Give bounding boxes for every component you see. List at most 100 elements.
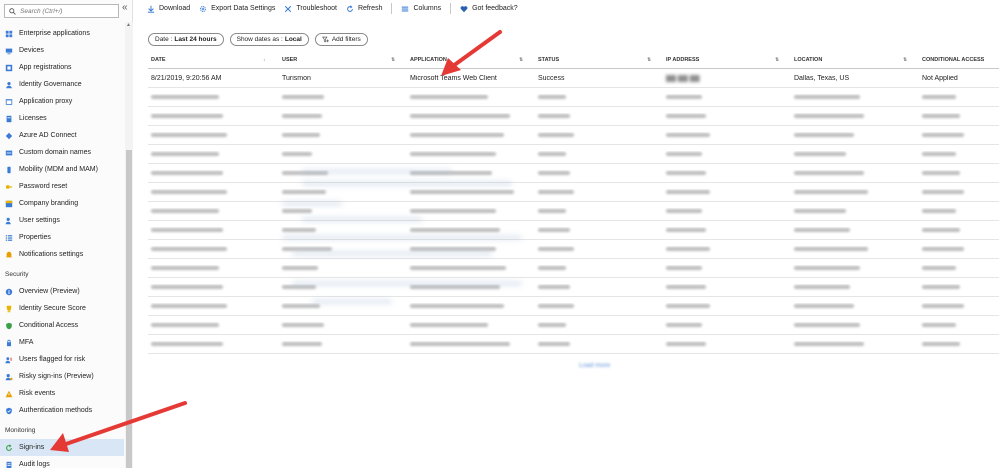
redacted-text [794, 208, 846, 213]
column-header-conditional-access[interactable]: CONDITIONAL ACCESS [919, 57, 999, 63]
table-row[interactable] [148, 316, 999, 335]
cell-conditional-access [919, 322, 999, 329]
sidebar-item-authentication-methods[interactable]: Authentication methods [0, 402, 124, 419]
redacted-text [151, 246, 227, 251]
redacted-text [151, 284, 223, 289]
add-filters-label: Add filters [331, 36, 361, 43]
table-row[interactable] [148, 259, 999, 278]
cell-status [535, 284, 663, 291]
column-header-application[interactable]: APPLICATION ⇅ [407, 57, 535, 63]
sidebar-item-azure-ad-connect[interactable]: Azure AD Connect [0, 127, 124, 144]
sidebar-item-mfa[interactable]: MFA [0, 334, 124, 351]
sidebar-item-application-proxy[interactable]: Application proxy [0, 93, 124, 110]
add-filters-button[interactable]: Add filters [314, 33, 368, 46]
troubleshoot-button[interactable]: Troubleshoot [284, 5, 337, 13]
redacted-text [151, 151, 219, 156]
sidebar-item-label: Conditional Access [19, 322, 79, 329]
redacted-text [538, 265, 566, 270]
column-header-ip-address[interactable]: IP ADDRESS ⇅ [663, 57, 791, 63]
sidebar-item-audit-logs[interactable]: Audit logs [0, 456, 124, 468]
load-more-link[interactable]: Load more [579, 362, 610, 369]
cell-conditional-access [919, 170, 999, 177]
sidebar-item-identity-governance[interactable]: Identity Governance [0, 76, 124, 93]
cell-user [279, 322, 407, 329]
table-row[interactable] [148, 164, 999, 183]
export-data-settings-button[interactable]: Export Data Settings [199, 5, 275, 13]
sidebar-item-devices[interactable]: Devices [0, 42, 124, 59]
sort-icon[interactable]: ⇅ [647, 57, 651, 63]
devices-icon [5, 47, 13, 55]
download-button[interactable]: Download [147, 5, 190, 13]
sidebar-item-users-flagged-for-risk[interactable]: Users flagged for risk [0, 351, 124, 368]
cell-ip-address [663, 151, 791, 158]
redacted-text [282, 322, 324, 327]
sidebar-scrollbar[interactable]: ▲ [125, 22, 133, 468]
sidebar-item-company-branding[interactable]: Company branding [0, 195, 124, 212]
redacted-text [666, 246, 710, 251]
column-header-user[interactable]: USER ⇅ [279, 57, 407, 63]
sidebar-item-overview-preview[interactable]: Overview (Preview) [0, 283, 124, 300]
sidebar-item-properties[interactable]: Properties [0, 229, 124, 246]
cell-conditional-access: Not Applied [922, 74, 958, 82]
sidebar-item-label: Risk events [19, 390, 56, 397]
column-header-status[interactable]: STATUS ⇅ [535, 57, 663, 63]
collapse-sidebar-button[interactable]: « [122, 2, 128, 13]
table-row[interactable] [148, 221, 999, 240]
risky-signins-icon [5, 373, 13, 381]
cell-application [407, 170, 535, 177]
table-row[interactable]: 8/21/2019, 9:20:56 AM Turismon Microsoft T… [148, 69, 999, 88]
table-row[interactable] [148, 145, 999, 164]
column-header-location[interactable]: LOCATION ⇅ [791, 57, 919, 63]
sidebar-item-licenses[interactable]: Licenses [0, 110, 124, 127]
cell-status [535, 208, 663, 215]
sort-icon[interactable]: ⇅ [519, 57, 523, 63]
sidebar-item-risky-sign-ins-preview[interactable]: Risky sign-ins (Preview) [0, 368, 124, 385]
table-row[interactable] [148, 297, 999, 316]
cell-conditional-access [919, 94, 999, 101]
table-row[interactable] [148, 88, 999, 107]
cell-location [791, 151, 919, 158]
sidebar-item-enterprise-applications[interactable]: Enterprise applications [0, 25, 124, 42]
sidebar-item-sign-ins[interactable]: Sign-ins [0, 439, 124, 456]
table-row[interactable] [148, 202, 999, 221]
cell-location [791, 265, 919, 272]
sidebar-item-risk-events[interactable]: Risk events [0, 385, 124, 402]
scroll-thumb[interactable] [126, 150, 132, 468]
date-filter-pill[interactable]: Date : Last 24 hours [148, 33, 224, 46]
sort-icon[interactable]: ⇅ [903, 57, 907, 63]
redacted-text [282, 265, 318, 270]
columns-button[interactable]: Columns [401, 5, 441, 13]
signins-icon [5, 443, 13, 452]
filter-bar: Date : Last 24 hours Show dates as : Loc… [148, 33, 374, 46]
scroll-up-icon[interactable]: ▲ [126, 22, 131, 28]
sidebar-item-custom-domain-names[interactable]: Custom domain names [0, 144, 124, 161]
refresh-button[interactable]: Refresh [346, 4, 382, 13]
show-dates-pill[interactable]: Show dates as : Local [229, 33, 309, 46]
search-box[interactable] [4, 4, 119, 18]
cell-status [535, 170, 663, 177]
table-row[interactable] [148, 107, 999, 126]
feedback-button[interactable]: Got feedback? [460, 5, 518, 13]
sidebar-item-password-reset[interactable]: Password reset [0, 178, 124, 195]
sidebar-item-app-registrations[interactable]: App registrations [0, 59, 124, 76]
column-header-date[interactable]: DATE ↓ [148, 57, 279, 63]
table-row[interactable] [148, 335, 999, 354]
sort-icon[interactable]: ⇅ [775, 57, 779, 63]
table-row[interactable] [148, 183, 999, 202]
search-input[interactable] [20, 7, 118, 15]
cell-status [535, 265, 663, 272]
sidebar-item-notifications-settings[interactable]: Notifications settings [0, 246, 124, 263]
sidebar-item-identity-secure-score[interactable]: Identity Secure Score [0, 300, 124, 317]
sidebar-item-mobility-mdm-and-mam[interactable]: Mobility (MDM and MAM) [0, 161, 124, 178]
table-row[interactable] [148, 126, 999, 145]
redacted-text [794, 341, 864, 346]
sidebar-item-user-settings[interactable]: User settings [0, 212, 124, 229]
redacted-text [666, 341, 706, 346]
cell-application [407, 322, 535, 329]
redacted-text [666, 132, 710, 137]
sidebar-item-conditional-access[interactable]: Conditional Access [0, 317, 124, 334]
table-row[interactable] [148, 240, 999, 259]
sort-icon[interactable]: ↓ [263, 57, 266, 63]
sort-icon[interactable]: ⇅ [391, 57, 395, 63]
table-row[interactable] [148, 278, 999, 297]
